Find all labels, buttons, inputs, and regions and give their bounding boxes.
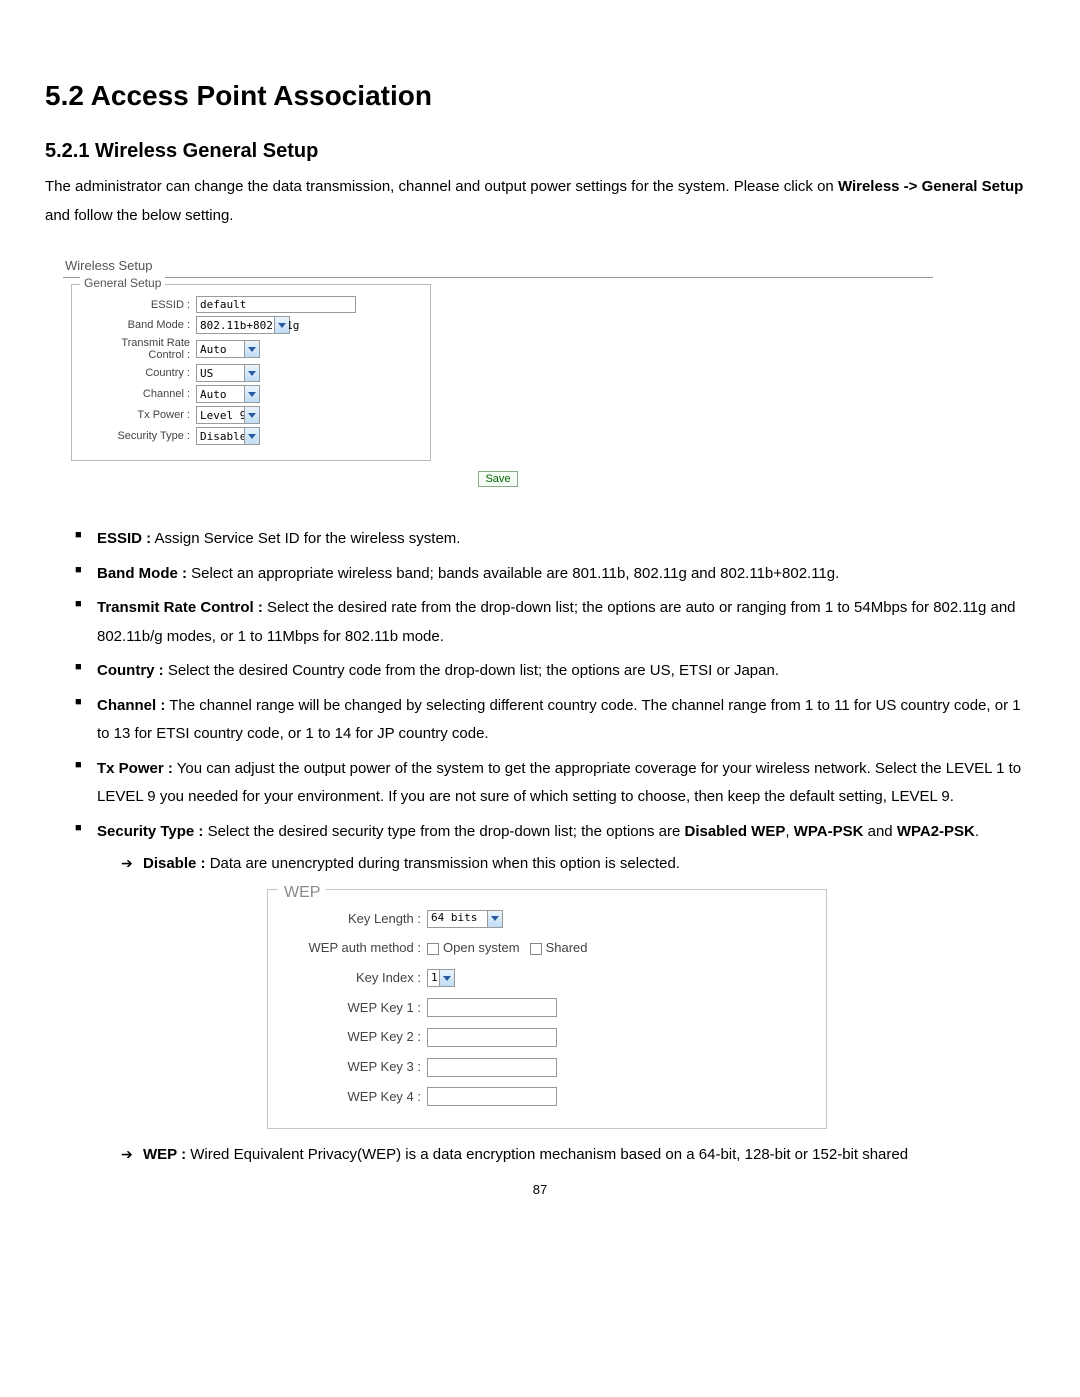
disable-term: Disable :	[143, 855, 206, 872]
band-mode-label: Band Mode :	[84, 319, 196, 331]
essid-desc: Assign Service Set ID for the wireless s…	[151, 530, 460, 547]
country-select[interactable]: US	[196, 364, 260, 382]
band-desc: Select an appropriate wireless band; ban…	[187, 565, 839, 582]
country-value: US	[200, 367, 213, 380]
wep-legend: WEP	[278, 878, 326, 908]
wep-key1-input[interactable]	[427, 998, 557, 1017]
wep-key4-input[interactable]	[427, 1087, 557, 1106]
list-item: Channel : The channel range will be chan…	[75, 692, 1035, 749]
wireless-setup-panel: Wireless Setup General Setup ESSID : Ban…	[63, 258, 933, 487]
list-item: Band Mode : Select an appropriate wirele…	[75, 560, 1035, 589]
country-desc: Select the desired Country code from the…	[164, 662, 779, 679]
sec-desc4: .	[975, 823, 979, 840]
transmit-rate-label: Transmit Rate Control :	[84, 337, 196, 361]
wep-key2-label: WEP Key 2 :	[282, 1025, 427, 1050]
chevron-down-icon	[274, 317, 289, 333]
sec-bold3: WPA2-PSK	[897, 823, 975, 840]
chevron-down-icon	[439, 970, 454, 986]
sub-list: Disable : Data are unencrypted during tr…	[97, 850, 1035, 879]
list-item: ESSID : Assign Service Set ID for the wi…	[75, 525, 1035, 554]
wep-fieldset: WEP Key Length : 64 bits WEP auth method…	[267, 889, 827, 1130]
general-setup-legend: General Setup	[80, 276, 165, 290]
channel-desc: The channel range will be changed by sel…	[97, 697, 1021, 743]
tx-power-label: Tx Power :	[84, 409, 196, 421]
key-length-select[interactable]: 64 bits	[427, 910, 503, 928]
essid-term: ESSID :	[97, 530, 151, 547]
channel-label: Channel :	[84, 388, 196, 400]
security-type-label: Security Type :	[84, 430, 196, 442]
divider	[63, 277, 933, 278]
country-label: Country :	[84, 367, 196, 379]
sec-desc1: Select the desired security type from th…	[203, 823, 684, 840]
wep-panel: WEP Key Length : 64 bits WEP auth method…	[267, 889, 827, 1130]
tx-power-select[interactable]: Level 9	[196, 406, 260, 424]
list-item: Disable : Data are unencrypted during tr…	[121, 850, 1035, 879]
key-length-label: Key Length :	[282, 907, 427, 932]
list-item: Security Type : Select the desired secur…	[75, 818, 1035, 1170]
wep-term: WEP :	[143, 1146, 186, 1163]
intro-text: The administrator can change the data tr…	[45, 173, 1035, 230]
key-index-label: Key Index :	[282, 966, 427, 991]
channel-select[interactable]: Auto	[196, 385, 260, 403]
wep-key1-label: WEP Key 1 :	[282, 996, 427, 1021]
open-system-label: Open system	[443, 936, 520, 961]
wep-key2-input[interactable]	[427, 1028, 557, 1047]
sec-desc2: ,	[785, 823, 793, 840]
list-item: Transmit Rate Control : Select the desir…	[75, 594, 1035, 651]
sec-desc3: and	[863, 823, 896, 840]
page-number: 87	[45, 1182, 1035, 1197]
description-list: ESSID : Assign Service Set ID for the wi…	[45, 525, 1035, 1170]
wep-key4-label: WEP Key 4 :	[282, 1085, 427, 1110]
channel-value: Auto	[200, 388, 227, 401]
open-system-checkbox[interactable]	[427, 943, 439, 955]
sec-bold1: Disabled WEP	[685, 823, 786, 840]
list-item: Country : Select the desired Country cod…	[75, 657, 1035, 686]
wep-desc: Wired Equivalent Privacy(WEP) is a data …	[186, 1146, 908, 1163]
channel-term: Channel :	[97, 697, 165, 714]
save-button[interactable]: Save	[478, 471, 517, 487]
chevron-down-icon	[487, 911, 502, 927]
essid-label: ESSID :	[84, 299, 196, 311]
key-index-value: 1	[431, 968, 438, 989]
rate-term: Transmit Rate Control :	[97, 599, 263, 616]
band-mode-select[interactable]: 802.11b+802.11g	[196, 316, 290, 334]
chevron-down-icon	[244, 341, 259, 357]
sec-bold2: WPA-PSK	[794, 823, 864, 840]
transmit-rate-value: Auto	[200, 343, 227, 356]
shared-label: Shared	[546, 936, 588, 961]
transmit-rate-select[interactable]: Auto	[196, 340, 260, 358]
list-item: Tx Power : You can adjust the output pow…	[75, 755, 1035, 812]
chevron-down-icon	[244, 428, 259, 444]
chevron-down-icon	[244, 386, 259, 402]
wep-key3-input[interactable]	[427, 1058, 557, 1077]
chevron-down-icon	[244, 365, 259, 381]
sub-list: WEP : Wired Equivalent Privacy(WEP) is a…	[97, 1141, 1035, 1170]
tx-power-value: Level 9	[200, 409, 246, 422]
tx-desc: You can adjust the output power of the s…	[97, 760, 1021, 806]
tx-term: Tx Power :	[97, 760, 173, 777]
wep-auth-label: WEP auth method :	[282, 936, 427, 961]
security-type-select[interactable]: Disabled	[196, 427, 260, 445]
sec-term: Security Type :	[97, 823, 203, 840]
country-term: Country :	[97, 662, 164, 679]
disable-desc: Data are unencrypted during transmission…	[206, 855, 680, 872]
key-length-value: 64 bits	[431, 908, 477, 929]
wep-key3-label: WEP Key 3 :	[282, 1055, 427, 1080]
intro-part2: and follow the below setting.	[45, 207, 233, 224]
band-term: Band Mode :	[97, 565, 187, 582]
essid-input[interactable]	[196, 296, 356, 313]
list-item: WEP : Wired Equivalent Privacy(WEP) is a…	[121, 1141, 1035, 1170]
general-setup-fieldset: General Setup ESSID : Band Mode : 802.11…	[71, 284, 431, 461]
intro-part1: The administrator can change the data tr…	[45, 178, 838, 195]
subsection-heading: 5.2.1 Wireless General Setup	[45, 140, 1035, 163]
section-heading: 5.2 Access Point Association	[45, 80, 1035, 112]
key-index-select[interactable]: 1	[427, 969, 455, 987]
shared-checkbox[interactable]	[530, 943, 542, 955]
chevron-down-icon	[244, 407, 259, 423]
intro-bold: Wireless -> General Setup	[838, 178, 1023, 195]
wireless-setup-title: Wireless Setup	[65, 258, 933, 273]
